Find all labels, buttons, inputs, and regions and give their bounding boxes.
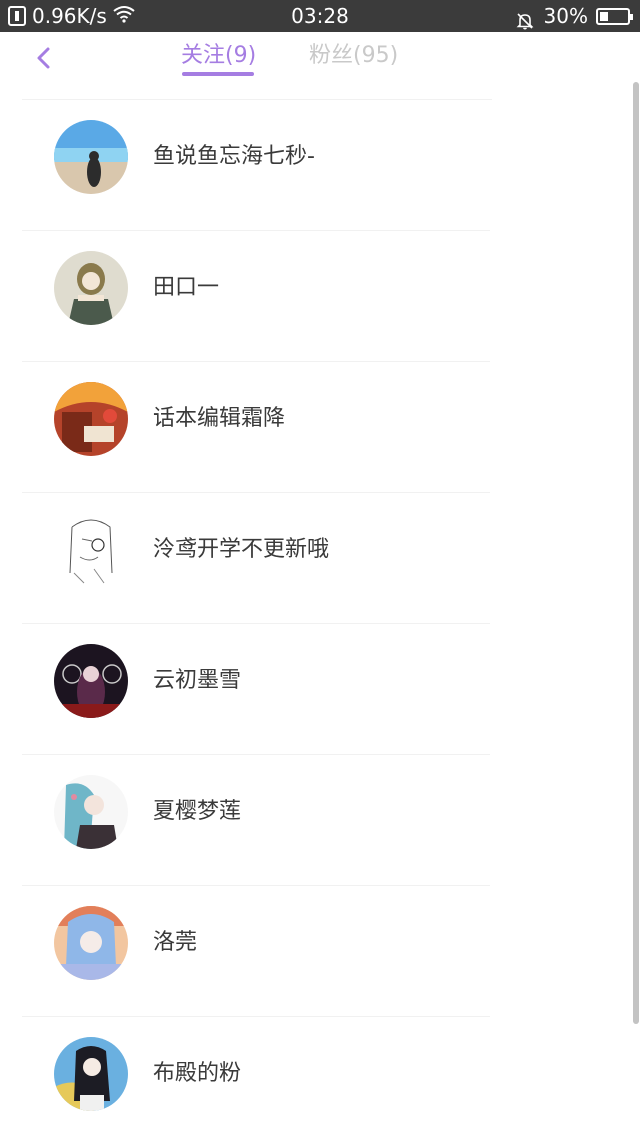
- avatar: [54, 120, 128, 194]
- list-item[interactable]: 鱼说鱼忘海七秒-: [0, 100, 500, 231]
- status-bar-right: 30%: [516, 0, 633, 32]
- user-name: 夏樱梦莲: [153, 799, 242, 824]
- back-button[interactable]: [30, 42, 64, 76]
- avatar: [54, 906, 128, 980]
- avatar: [54, 775, 128, 849]
- battery-icon: [596, 7, 633, 25]
- user-name: 洛莞: [153, 930, 198, 955]
- status-bar: 0.96K/s 03:28 30%: [0, 0, 640, 32]
- user-name: 话本编辑霜降: [153, 406, 286, 431]
- tab-fans[interactable]: 粉丝(95): [309, 42, 398, 70]
- user-name: 布殿的粉: [153, 1061, 242, 1086]
- list-item[interactable]: 泠鸢开学不更新哦: [0, 493, 500, 624]
- battery-level: [600, 11, 608, 21]
- avatar: [54, 251, 128, 325]
- header: 关注(9) 粉丝(95): [0, 32, 640, 100]
- user-name: 泠鸢开学不更新哦: [153, 537, 330, 562]
- user-name: 田口一: [153, 275, 220, 300]
- tab-following[interactable]: 关注(9): [181, 42, 256, 70]
- bell-off-icon: [516, 7, 534, 30]
- active-tab-indicator: [182, 72, 254, 76]
- list-item[interactable]: 话本编辑霜降: [0, 362, 500, 493]
- scrollbar[interactable]: [633, 82, 639, 1024]
- avatar: [54, 1037, 128, 1111]
- battery-percent: 30%: [543, 4, 588, 28]
- avatar: [54, 382, 128, 456]
- user-name: 鱼说鱼忘海七秒-: [153, 144, 315, 169]
- avatar: [54, 513, 128, 587]
- list-item[interactable]: 洛莞: [0, 886, 500, 1017]
- user-name: 云初墨雪: [153, 668, 242, 693]
- list-item[interactable]: 夏樱梦莲: [0, 755, 500, 886]
- chevron-left-icon: [37, 47, 50, 69]
- avatar: [54, 644, 128, 718]
- list-item[interactable]: 云初墨雪: [0, 624, 500, 755]
- list-item[interactable]: 布殿的粉: [0, 1017, 500, 1148]
- list-item[interactable]: 田口一: [0, 231, 500, 362]
